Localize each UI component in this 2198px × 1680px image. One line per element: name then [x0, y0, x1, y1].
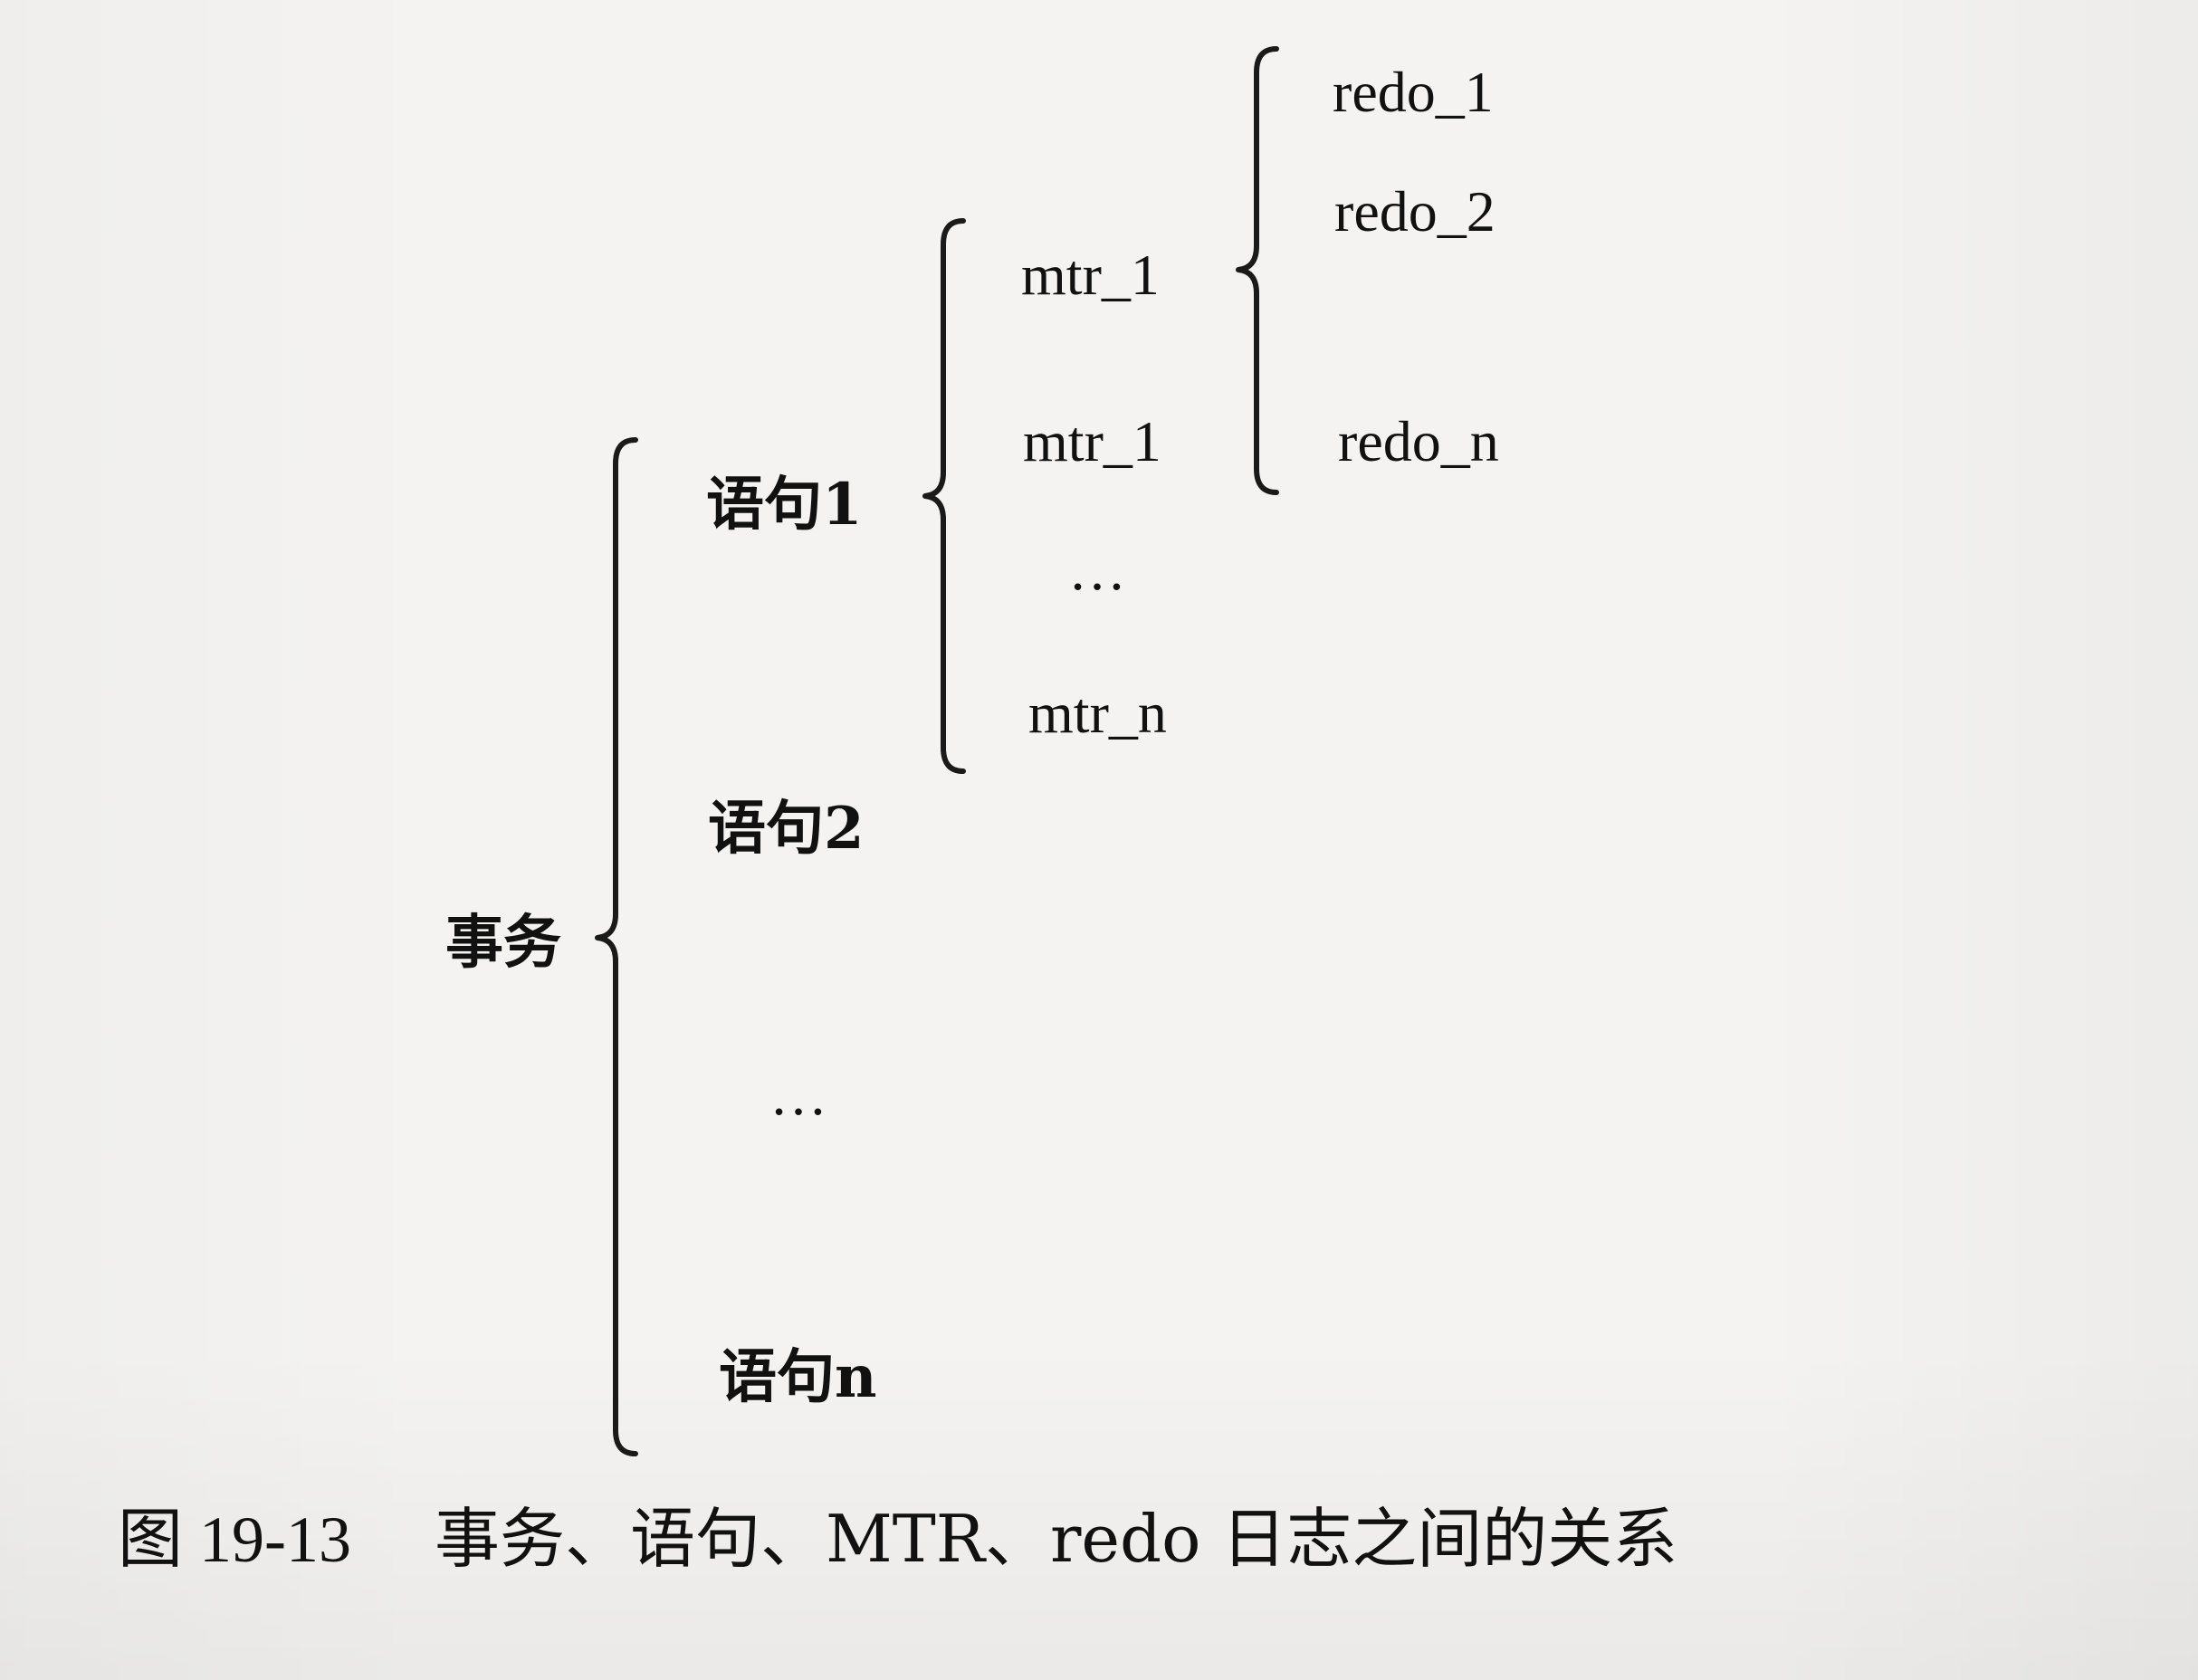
redo-2-label: redo_2	[1334, 179, 1496, 243]
figure-caption: 图 19-13 事务、语句、MTR、redo 日志之间的关系	[118, 1506, 1677, 1572]
mtr-n-label: mtr_n	[1028, 681, 1167, 745]
redo-1-label: redo_1	[1333, 60, 1494, 124]
statement-2-label: 语句2	[708, 795, 865, 863]
figure-number: 19-13	[199, 1503, 351, 1576]
mtr-brace	[1236, 46, 1279, 495]
statement-ellipsis: …	[769, 1063, 827, 1127]
transaction-label: 事务	[445, 909, 561, 977]
mtr-ellipsis: …	[1068, 538, 1126, 602]
mtr-1b-label: mtr_1	[1023, 409, 1161, 473]
figure-label: 图	[118, 1501, 184, 1577]
statement-1-label: 语句1	[706, 471, 863, 539]
statement-n-label: 语句n	[719, 1343, 877, 1411]
redo-n-label: redo_n	[1338, 409, 1499, 473]
transaction-brace	[595, 437, 638, 1456]
statement-brace	[922, 218, 966, 774]
figure-caption-text: 事务、语句、MTR、redo 日志之间的关系	[435, 1501, 1678, 1577]
mtr-1-label: mtr_1	[1021, 243, 1160, 307]
